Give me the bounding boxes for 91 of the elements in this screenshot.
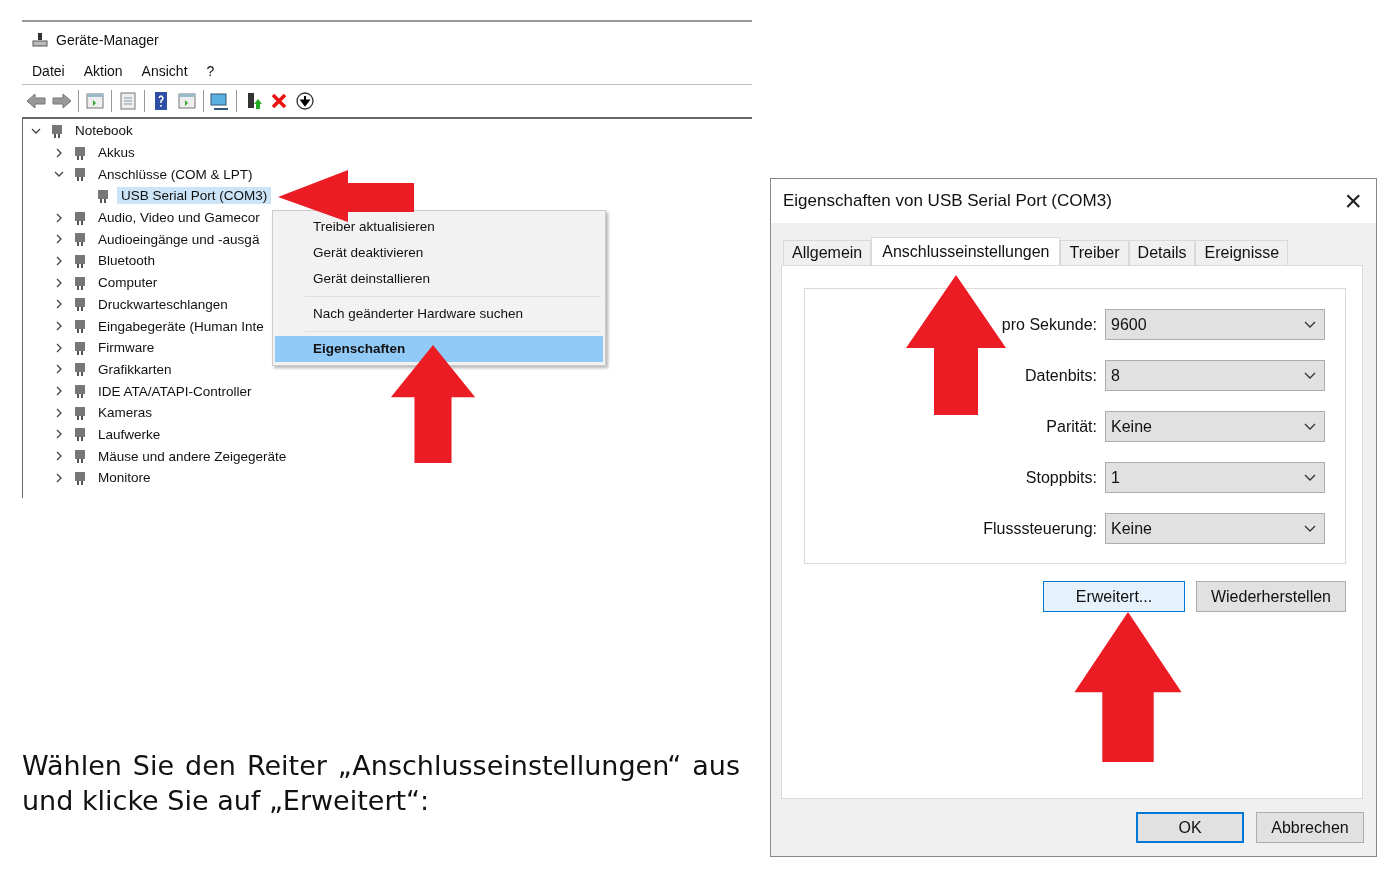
dialog-button[interactable]: Wiederherstellen [1195, 581, 1346, 612]
dropdown[interactable]: 1 [1105, 462, 1325, 493]
tree-item[interactable]: Laufwerke [94, 425, 165, 443]
device-icon [72, 209, 88, 226]
back-arrow-icon[interactable] [26, 91, 46, 111]
device-icon [72, 469, 88, 486]
tree-item[interactable]: USB Serial Port (COM3) [117, 187, 272, 205]
expander-icon[interactable] [54, 451, 64, 462]
tree-item[interactable]: IDE ATA/ATAPI-Controller [94, 382, 256, 400]
menu-item[interactable]: Gerät deinstallieren [275, 266, 603, 292]
dialog-button[interactable]: Abbrechen [1256, 812, 1364, 843]
expander-icon[interactable] [54, 277, 64, 288]
caret-icon [1304, 422, 1316, 431]
field-label: pro Sekunde: [1001, 315, 1097, 334]
dropdown[interactable]: Keine [1105, 513, 1325, 544]
field-label: Datenbits: [1024, 366, 1097, 385]
device-icon [72, 274, 88, 291]
device-icon [72, 144, 88, 161]
expander-icon[interactable] [54, 472, 64, 483]
device-icon [95, 187, 111, 204]
tree-item[interactable]: Audio, Video und Gamecor [94, 209, 264, 227]
expander-icon[interactable] [54, 212, 64, 223]
menu-item[interactable]: Eigenschaften [275, 336, 603, 362]
device-icon [72, 383, 88, 400]
expander-icon[interactable] [54, 321, 64, 332]
tab[interactable]: Anschlusseinstellungen [871, 237, 1061, 266]
expander-icon[interactable] [54, 342, 64, 353]
tab[interactable]: Treiber [1060, 240, 1129, 265]
tree-item[interactable]: Eingabegeräte (Human Inte [94, 317, 268, 335]
window-title: Geräte-Manager [56, 32, 159, 48]
tree-item[interactable]: Mäuse und andere Zeigegeräte [94, 447, 291, 465]
close-button[interactable]: × [1344, 186, 1362, 216]
expander-icon[interactable] [54, 429, 64, 440]
device-icon [72, 448, 88, 465]
menu-item[interactable]: Datei [32, 63, 65, 79]
field-label: Parität: [1046, 417, 1097, 436]
menu-item[interactable]: Aktion [83, 63, 123, 79]
caret-icon [1304, 524, 1316, 533]
instruction-text: Wählen Sie den Reiter „Anschlusseinstellungen“ aus und klicke Sie auf „Erweitert“: [22, 749, 740, 818]
caret-icon [1304, 320, 1316, 329]
dialog-button[interactable]: OK [1136, 812, 1244, 843]
device-icon [72, 426, 88, 443]
caret-icon [1304, 371, 1316, 380]
monitor-icon[interactable] [210, 91, 230, 111]
dropdown[interactable]: 9600 [1105, 309, 1325, 340]
expander-icon[interactable] [54, 386, 64, 397]
tree-item[interactable]: Druckwarteschlangen [94, 295, 232, 313]
expander-icon[interactable] [54, 407, 64, 418]
expander-icon[interactable] [54, 255, 64, 266]
forward-arrow-icon[interactable] [52, 91, 72, 111]
tree-item[interactable]: Monitore [94, 469, 155, 487]
device-icon [72, 166, 88, 183]
device-icon [72, 339, 88, 356]
menu-item[interactable]: Gerät deaktivieren [275, 240, 603, 266]
device-icon [72, 296, 88, 313]
tree-item[interactable]: Grafikkarten [94, 360, 176, 378]
expander-icon[interactable] [54, 364, 64, 375]
tree-item[interactable]: Akkus [94, 144, 139, 162]
menu-item[interactable]: Treiber aktualisieren [275, 214, 603, 240]
field-label: Flusssteuerung: [983, 519, 1097, 538]
tree-item[interactable]: Kameras [94, 404, 157, 422]
tree-item[interactable]: Audioeingänge und -ausgä [94, 230, 264, 248]
expander-icon[interactable] [54, 299, 64, 310]
device-icon [72, 361, 88, 378]
tree-item[interactable]: Firmware [94, 339, 159, 357]
device-icon [72, 404, 88, 421]
tab[interactable]: Allgemein [783, 240, 872, 265]
field-label: Stoppbits: [1025, 468, 1097, 487]
delete-icon[interactable] [269, 91, 289, 111]
dialog-button[interactable]: Erweitert... [1042, 581, 1185, 612]
download-icon[interactable] [295, 91, 315, 111]
device-icon [72, 231, 88, 248]
expander-icon[interactable] [54, 234, 64, 245]
tree-item[interactable]: Bluetooth [94, 252, 160, 270]
tab[interactable]: Ereignisse [1195, 240, 1289, 265]
device-icon [72, 252, 88, 269]
tree-item[interactable]: Notebook [71, 122, 137, 140]
dialog-title: Eigenschaften von USB Serial Port (COM3) [783, 191, 1112, 211]
caret-icon [1304, 473, 1316, 482]
menu-item[interactable]: Nach geänderter Hardware suchen [275, 301, 603, 327]
dropdown[interactable]: 8 [1105, 360, 1325, 391]
tree-item[interactable]: Computer [94, 274, 162, 292]
menu-item[interactable]: Ansicht [141, 63, 188, 79]
menu-item[interactable]: ? [206, 63, 215, 79]
device-icon [72, 318, 88, 335]
tree-item[interactable]: Anschlüsse (COM & LPT) [94, 165, 257, 183]
dropdown[interactable]: Keine [1105, 411, 1325, 442]
device-icon [49, 122, 65, 139]
app-icon [32, 32, 48, 48]
expander-icon[interactable] [54, 147, 64, 158]
tab[interactable]: Details [1128, 240, 1196, 265]
